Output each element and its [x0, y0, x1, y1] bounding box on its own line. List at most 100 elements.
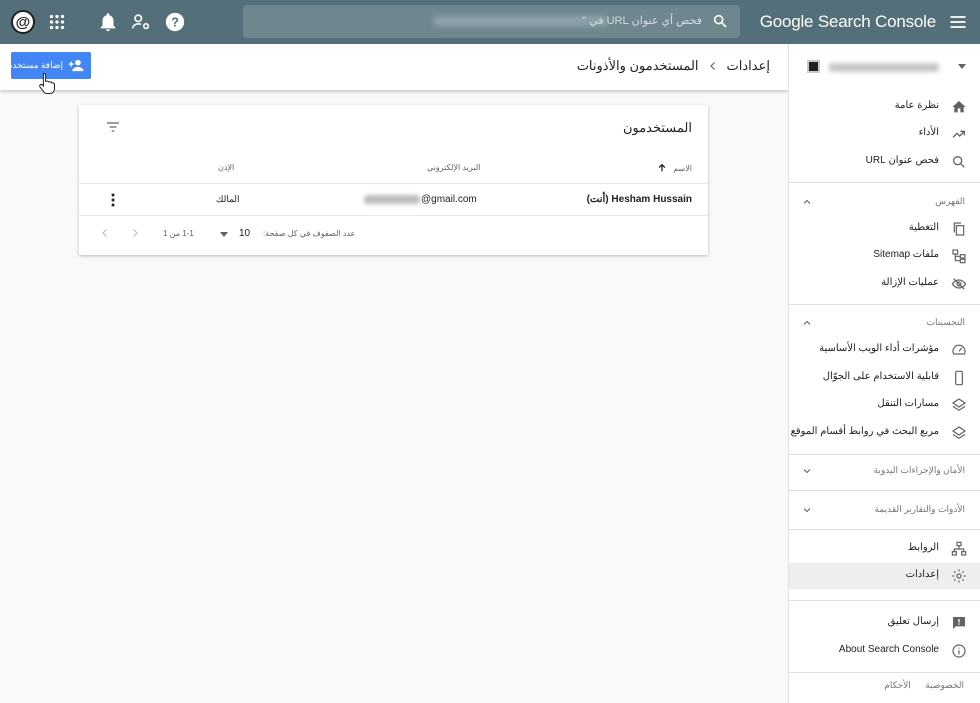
apps-grid-icon[interactable]	[46, 11, 68, 33]
sidebar-item-mobile-usability[interactable]: قابلية الاستخدام على الجوّال	[789, 365, 980, 391]
section-label: الأمان والإجراءات اليدوية	[873, 465, 965, 475]
hamburger-menu-icon[interactable]	[948, 12, 968, 32]
sort-arrow-up-icon	[658, 163, 666, 172]
bell-icon[interactable]	[97, 11, 119, 33]
sidebar-item-label: مؤشرات أداء الويب الأساسية	[819, 343, 939, 354]
manage-accounts-icon[interactable]	[130, 11, 152, 33]
sidebar-item-overview[interactable]: نظرة عامة	[789, 94, 980, 120]
chevron-down-icon	[803, 508, 811, 513]
sidebar: نظرة عامة الأداء فحص عنوان URL الفهرس ال…	[788, 44, 980, 703]
phone-icon	[955, 370, 963, 386]
add-user-label: إضافة مستخدم	[6, 60, 63, 70]
section-legacy-header[interactable]: الأدوات والتقارير القديمة	[789, 498, 980, 522]
sidebar-item-label: نظرة عامة	[894, 100, 939, 111]
divider	[789, 672, 980, 673]
sidebar-item-label: ملفات Sitemap	[873, 249, 939, 260]
next-page-chevron-icon[interactable]	[129, 227, 141, 239]
divider	[789, 182, 980, 183]
page-range: 1-1 من 1	[163, 229, 194, 238]
page-header: إضافة مستخدم إعدادات المستخدمون والأذونا…	[0, 44, 788, 90]
sidebar-item-label: التغطية	[908, 222, 939, 233]
sidebar-item-url-inspection[interactable]: فحص عنوان URL	[789, 149, 980, 175]
url-inspect-search[interactable]: فحص أي عنوان URL في "	[243, 5, 740, 38]
property-selector[interactable]	[801, 54, 966, 80]
card-title: المستخدمون	[622, 120, 692, 135]
privacy-link[interactable]: الخصوصية	[925, 680, 964, 690]
property-favicon	[807, 60, 820, 73]
section-enhancements-header[interactable]: التحسينات	[789, 311, 980, 335]
layers-icon	[951, 426, 967, 440]
sidebar-footer: الخصوصية الأحكام	[872, 680, 964, 691]
info-icon	[952, 644, 966, 658]
sidebar-item-label: قابلية الاستخدام على الجوّال	[822, 371, 939, 382]
person-add-icon	[68, 59, 84, 72]
filter-icon[interactable]	[105, 119, 121, 135]
account-avatar[interactable]: @	[11, 10, 35, 34]
section-security-header[interactable]: الأمان والإجراءات اليدوية	[789, 459, 980, 483]
breadcrumb: إعدادات المستخدمون والأذونات	[577, 58, 770, 74]
help-icon[interactable]: ?	[164, 11, 186, 33]
file-copy-icon	[953, 222, 965, 236]
sidebar-item-sitemaps[interactable]: ملفات Sitemap	[789, 243, 980, 269]
sidebar-item-feedback[interactable]: إرسال تعليق	[789, 610, 980, 636]
rows-per-page-select[interactable]: 10	[239, 228, 250, 239]
sidebar-item-breadcrumbs[interactable]: مسارات التنقل	[789, 392, 980, 418]
divider	[789, 600, 980, 601]
breadcrumb-root[interactable]: إعدادات	[727, 58, 770, 74]
user-email: @gmail.com	[364, 194, 477, 205]
users-card: المستخدمون الاسم البريد الإلكتروني الإذن…	[79, 105, 708, 255]
chevron-up-icon	[803, 320, 811, 325]
sidebar-item-settings[interactable]: إعدادات	[789, 563, 980, 589]
sidebar-item-label: فحص عنوان URL	[865, 155, 939, 166]
section-label: الفهرس	[935, 196, 965, 206]
sidebar-item-label: مربع البحث في روابط أقسام الموقع	[790, 426, 939, 437]
user-email-domain: @gmail.com	[421, 194, 477, 205]
section-label: الأدوات والتقارير القديمة	[874, 504, 965, 514]
sidebar-item-sitelinks-searchbox[interactable]: مربع البحث في روابط أقسام الموقع	[789, 420, 980, 446]
sidebar-item-removals[interactable]: عمليات الإزالة	[789, 271, 980, 297]
sidebar-item-performance[interactable]: الأداء	[789, 121, 980, 147]
col-header-name[interactable]: الاسم	[657, 163, 692, 173]
sidebar-item-core-web-vitals[interactable]: مؤشرات أداء الويب الأساسية	[789, 337, 980, 363]
gear-icon	[952, 569, 966, 583]
eye-off-icon	[951, 278, 967, 290]
section-index-header[interactable]: الفهرس	[789, 190, 980, 214]
chevron-down-icon	[803, 469, 811, 474]
sidebar-item-label: الروابط	[907, 542, 939, 553]
trending-up-icon	[952, 130, 965, 138]
feedback-icon	[953, 617, 965, 629]
rows-per-page-caret-icon[interactable]	[220, 232, 228, 237]
chevron-down-icon[interactable]	[958, 64, 966, 69]
sidebar-item-label: About Search Console	[838, 644, 939, 655]
divider	[789, 454, 980, 455]
sidebar-item-label: الأداء	[918, 127, 939, 138]
more-vert-icon[interactable]	[109, 192, 117, 208]
sidebar-item-coverage[interactable]: التغطية	[789, 216, 980, 242]
sitemap-icon	[952, 249, 966, 264]
network-icon	[951, 541, 967, 556]
top-bar: @ ? فحص أي عنوان URL في " Google Search …	[0, 0, 980, 44]
home-icon	[952, 101, 966, 113]
breadcrumb-current: المستخدمون والأذونات	[576, 58, 699, 73]
brand-title[interactable]: Google Search Console	[760, 12, 937, 32]
row-divider	[79, 215, 708, 216]
sidebar-item-links[interactable]: الروابط	[789, 536, 980, 562]
chevron-up-icon	[803, 199, 811, 204]
terms-link[interactable]: الأحكام	[884, 680, 910, 690]
col-header-name-label: الاسم	[673, 163, 692, 173]
search-icon[interactable]	[712, 13, 728, 29]
col-header-permission: الإذن	[218, 163, 235, 172]
divider	[789, 529, 980, 530]
header-divider	[79, 183, 708, 184]
sidebar-item-label: مسارات التنقل	[877, 398, 939, 409]
search-placeholder: فحص أي عنوان URL في "	[582, 15, 702, 27]
speed-gauge-icon	[952, 344, 966, 355]
prev-page-chevron-icon[interactable]	[99, 227, 111, 239]
hand-pointer-cursor-icon	[39, 72, 55, 94]
layers-icon	[951, 398, 967, 412]
blurred-property-name	[829, 63, 939, 72]
sidebar-item-about[interactable]: About Search Console	[789, 638, 980, 664]
divider	[789, 490, 980, 491]
rows-per-page-label: عدد الصفوف في كل صفحة:	[263, 229, 356, 238]
svg-text:?: ?	[171, 15, 179, 30]
